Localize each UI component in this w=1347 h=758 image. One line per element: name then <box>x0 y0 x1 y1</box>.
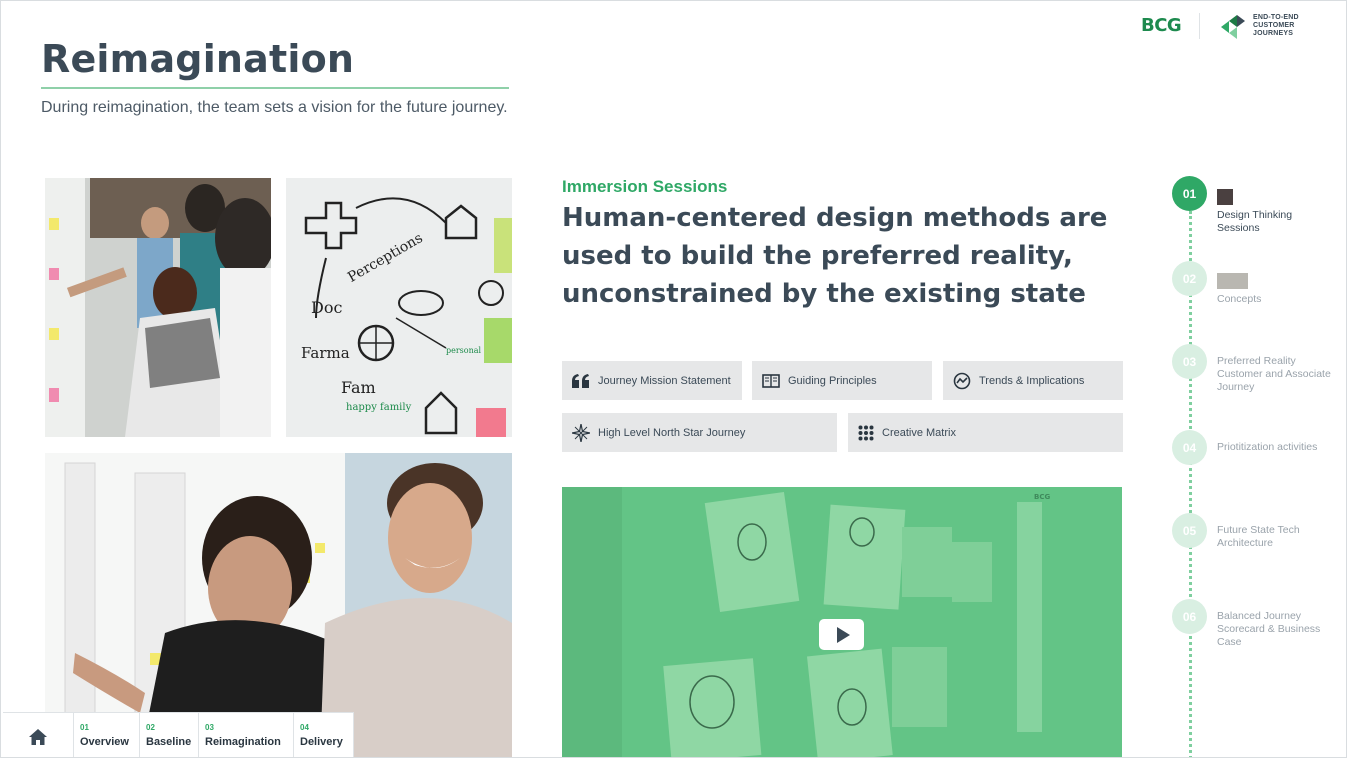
home-icon <box>29 728 47 745</box>
star-icon <box>572 423 590 442</box>
nav-item-label: Delivery <box>300 736 343 748</box>
method-trends-implications[interactable]: Trends & Implications <box>943 361 1123 400</box>
method-label: Creative Matrix <box>882 426 956 439</box>
nav-item-number: 02 <box>146 723 155 732</box>
method-label: Trends & Implications <box>979 374 1085 387</box>
nav-item-baseline[interactable]: 02 Baseline <box>140 713 199 757</box>
step-02-circle[interactable]: 02 <box>1172 261 1207 296</box>
nav-home-button[interactable] <box>3 713 74 757</box>
step-05-label[interactable]: Future State Tech Architecture <box>1217 524 1332 550</box>
book-icon <box>762 373 780 388</box>
nav-item-overview[interactable]: 01 Overview <box>74 713 140 757</box>
slide-frame: Reimagination During reimagination, the … <box>0 0 1347 758</box>
nav-item-number: 01 <box>80 723 89 732</box>
nav-item-label: Reimagination <box>205 736 281 748</box>
step-01-thumbnail <box>1217 189 1233 205</box>
step-04-circle[interactable]: 04 <box>1172 430 1207 465</box>
title-underline <box>41 87 509 89</box>
method-label: High Level North Star Journey <box>598 426 746 439</box>
svg-text:Doc: Doc <box>311 298 342 317</box>
step-02-thumbnail <box>1217 273 1248 289</box>
nav-item-delivery[interactable]: 04 Delivery <box>294 713 354 757</box>
nav-item-label: Baseline <box>146 736 192 748</box>
e2e-logo: END-TO-END CUSTOMER JOURNEYS <box>1219 13 1333 39</box>
logo-divider <box>1199 13 1200 39</box>
e2e-logo-mark-icon <box>1219 13 1247 39</box>
nav-item-label: Overview <box>80 736 129 748</box>
method-creative-matrix[interactable]: Creative Matrix <box>848 413 1123 452</box>
svg-text:Fam: Fam <box>341 378 376 397</box>
svg-text:Farma: Farma <box>301 344 350 362</box>
step-04-label[interactable]: Priotitization activities <box>1217 441 1332 454</box>
video-play-button[interactable] <box>819 619 864 650</box>
video-watermark: BCG <box>1034 493 1050 501</box>
quote-icon <box>572 373 589 388</box>
grid-icon <box>858 425 874 440</box>
step-05-circle[interactable]: 05 <box>1172 513 1207 548</box>
nav-item-number: 04 <box>300 723 309 732</box>
section-kicker: Immersion Sessions <box>562 177 728 196</box>
e2e-logo-text: END-TO-END CUSTOMER JOURNEYS <box>1253 14 1299 37</box>
bcg-logo: BCG <box>1141 15 1182 36</box>
bottom-navigation: 01 Overview 02 Baseline 03 Reimagination… <box>3 712 354 757</box>
page-title: Reimagination <box>41 37 355 81</box>
method-label: Guiding Principles <box>788 374 877 387</box>
step-06-label[interactable]: Balanced Journey Scorecard & Business Ca… <box>1217 610 1332 649</box>
step-06-circle[interactable]: 06 <box>1172 599 1207 634</box>
step-01-label[interactable]: Design Thinking Sessions <box>1217 209 1332 235</box>
step-02-label[interactable]: Concepts <box>1217 293 1332 306</box>
method-north-star-journey[interactable]: High Level North Star Journey <box>562 413 837 452</box>
nav-item-number: 03 <box>205 723 214 732</box>
nav-item-reimagination[interactable]: 03 Reimagination <box>199 713 294 757</box>
page-subtitle: During reimagination, the team sets a vi… <box>41 99 508 116</box>
method-label: Journey Mission Statement <box>598 374 731 387</box>
headline: Human-centered design methods are used t… <box>562 203 1108 309</box>
svg-text:happy family: happy family <box>346 402 412 413</box>
trend-icon <box>953 372 971 389</box>
step-03-label[interactable]: Preferred Reality Customer and Associate… <box>1217 355 1332 394</box>
svg-text:personal: personal <box>446 346 482 355</box>
step-01-circle[interactable]: 01 <box>1172 176 1207 211</box>
method-journey-mission-statement[interactable]: Journey Mission Statement <box>562 361 742 400</box>
whiteboard-sketch-photo: Perceptions Doc Farma Fam happy family p… <box>286 178 512 437</box>
step-03-circle[interactable]: 03 <box>1172 344 1207 379</box>
workshop-photo-team <box>45 178 271 437</box>
method-guiding-principles[interactable]: Guiding Principles <box>752 361 932 400</box>
